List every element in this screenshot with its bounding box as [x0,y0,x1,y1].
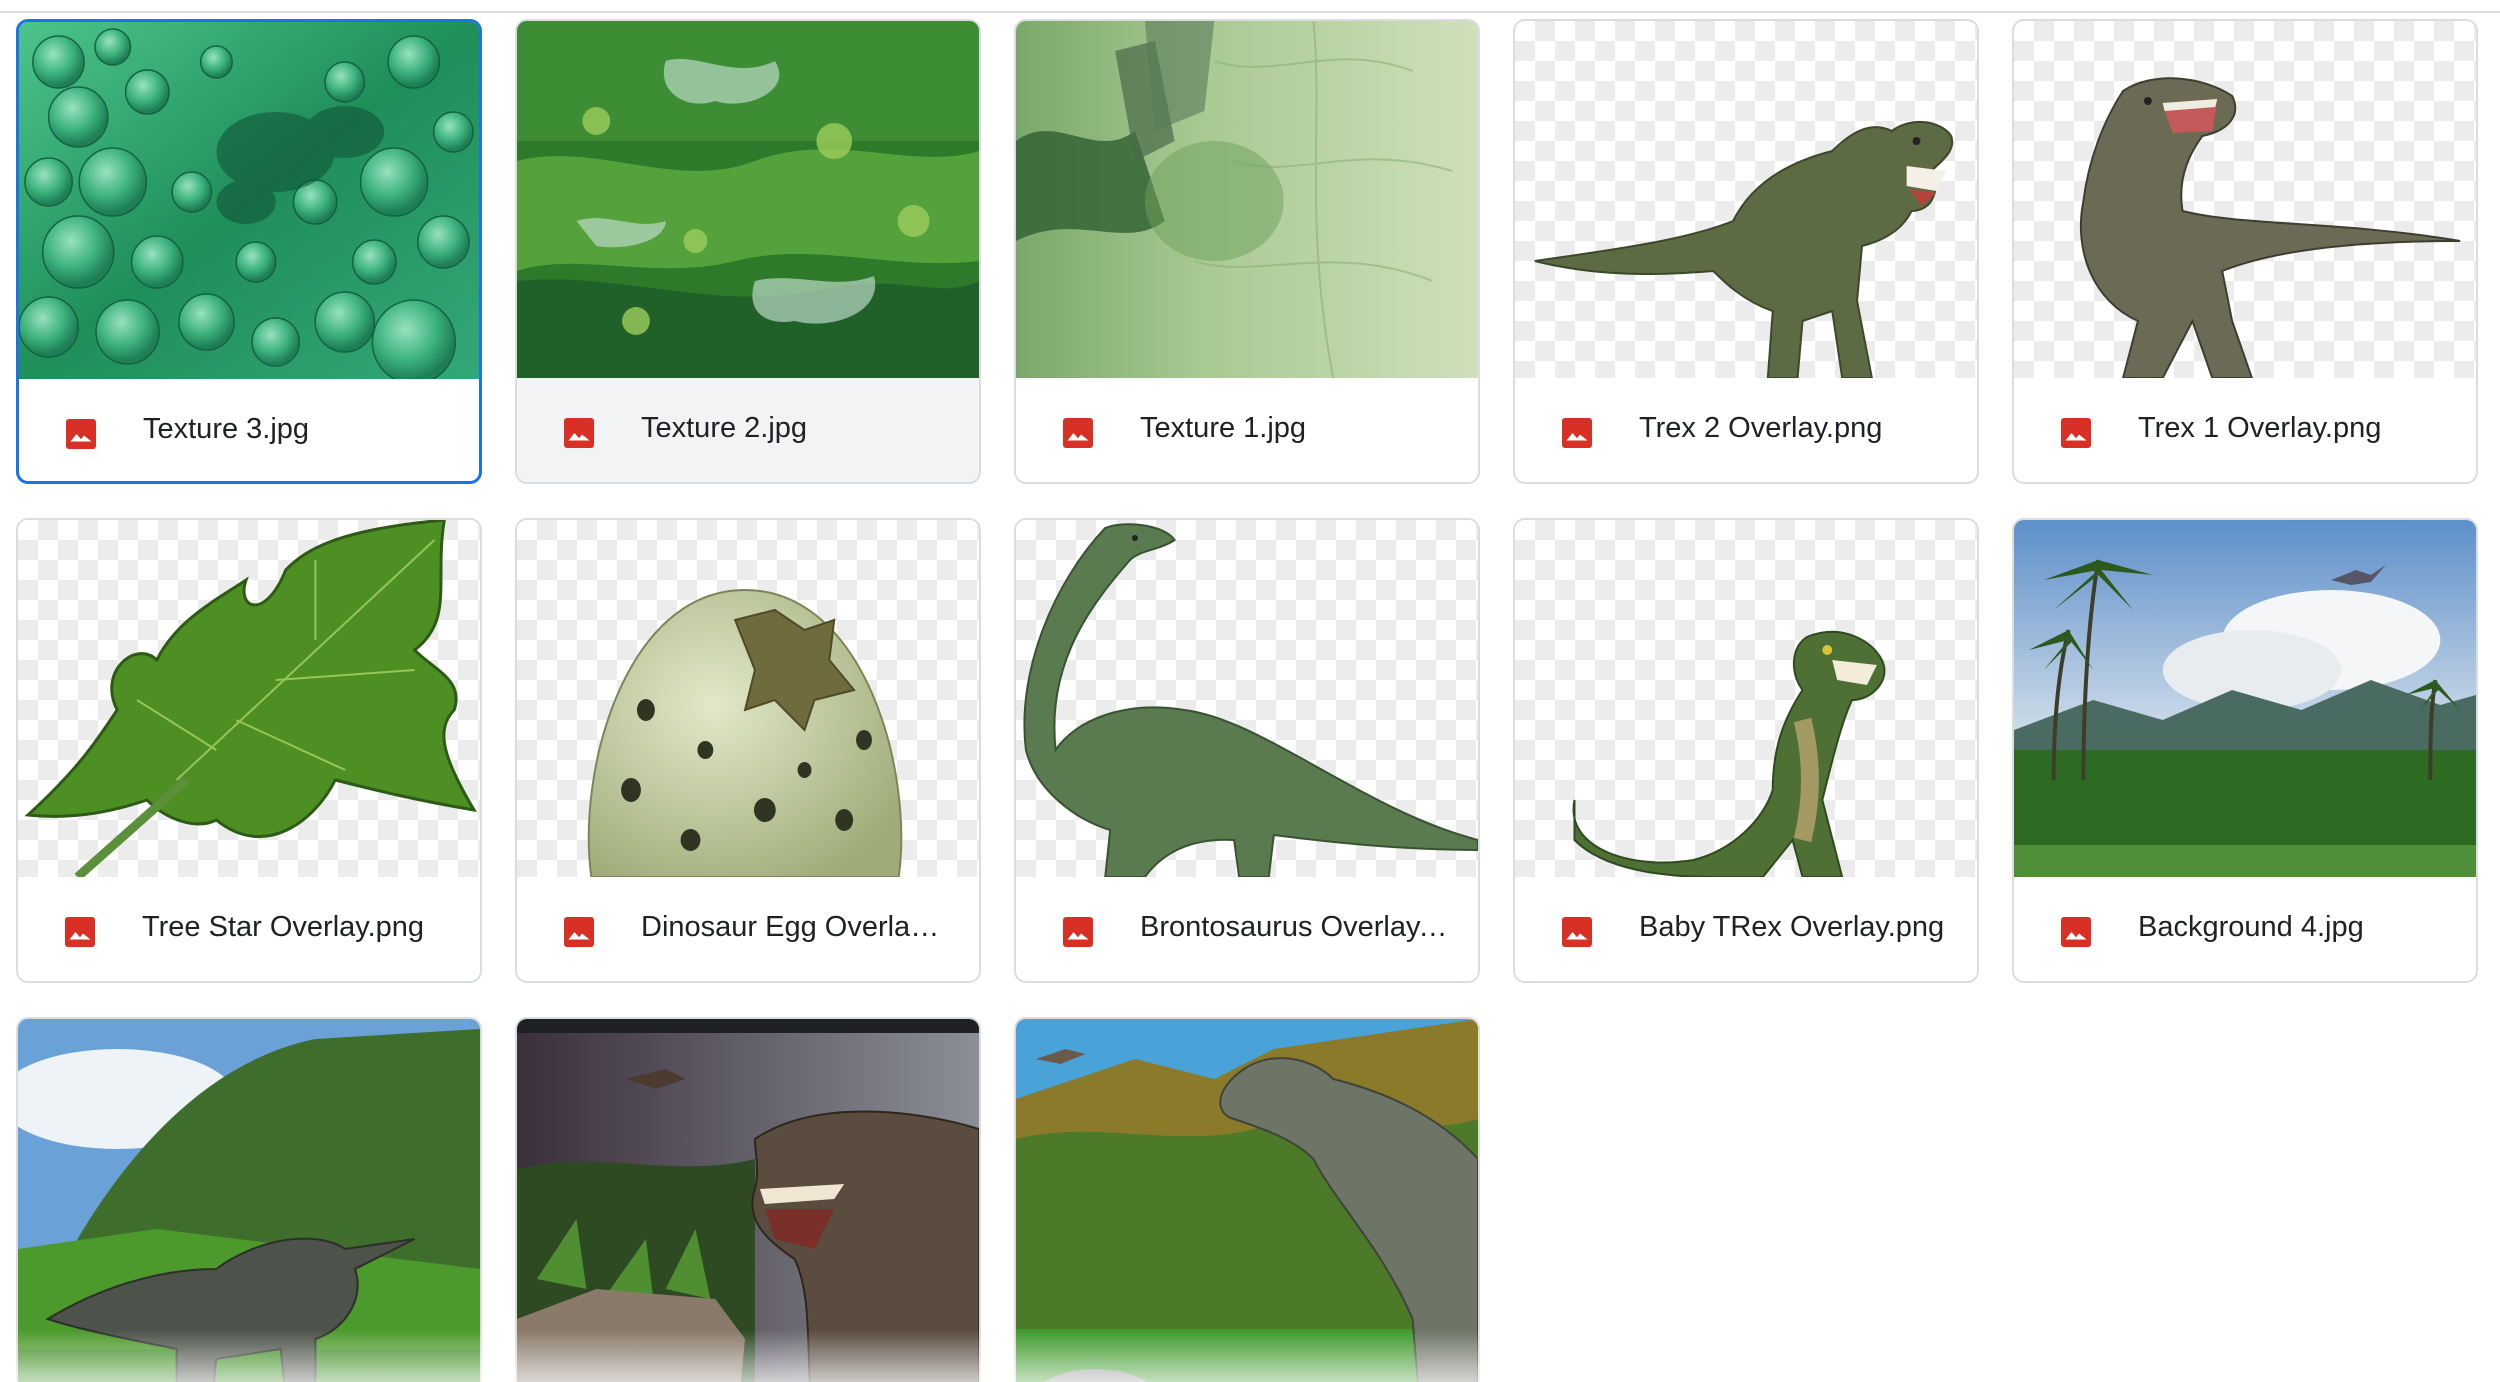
file-footer: Background 4.jpg [2014,877,2476,981]
file-name: Dinosaur Egg Overlay.... [641,911,951,943]
thumbnail-trex-jungle-background [517,1019,979,1382]
file-card-texture-3[interactable]: Texture 3.jpg [16,19,482,484]
file-name: Texture 1.jpg [1140,412,1307,444]
thumbnail-brachiosaurus-background [1016,1019,1478,1382]
thumbnail-triceratops-background [18,1019,480,1382]
image-icon [2058,914,2094,950]
file-name: Texture 2.jpg [641,412,808,444]
image-icon [2058,415,2094,451]
file-grid-page: Texture 3.jpg Texture 2.jpg Texture 1.jp… [0,0,2500,1382]
file-footer: Brontosaurus Overlay.... [1016,877,1478,981]
file-card-trex-jungle-background[interactable] [515,1017,981,1382]
file-card-texture-2[interactable]: Texture 2.jpg [515,19,981,484]
file-card-triceratops-background[interactable] [16,1017,482,1382]
thumbnail-trex-1-overlay [2014,21,2476,378]
file-card-trex-1-overlay[interactable]: Trex 1 Overlay.png [2012,19,2478,484]
top-divider [0,11,2500,13]
file-footer: Tree Star Overlay.png [18,877,480,981]
file-footer: Trex 2 Overlay.png [1515,378,1977,482]
thumbnail-texture-2 [517,21,979,378]
thumbnail-trex-2-overlay [1515,21,1977,378]
image-icon [1559,914,1595,950]
file-footer: Trex 1 Overlay.png [2014,378,2476,482]
thumbnail-tree-star-overlay [18,520,480,877]
file-name: Tree Star Overlay.png [142,911,425,943]
thumbnail-background-4 [2014,520,2476,877]
file-name: Baby TRex Overlay.png [1639,911,1945,943]
file-footer: Dinosaur Egg Overlay.... [517,877,979,981]
file-card-tree-star-overlay[interactable]: Tree Star Overlay.png [16,518,482,983]
file-name: Texture 3.jpg [143,413,310,445]
thumbnail-dinosaur-egg-overlay [517,520,979,877]
file-card-brontosaurus-overlay[interactable]: Brontosaurus Overlay.... [1014,518,1480,983]
file-name: Trex 2 Overlay.png [1639,412,1883,444]
file-footer: Texture 2.jpg [517,378,979,482]
image-icon [62,914,98,950]
thumbnail-baby-trex-overlay [1515,520,1977,877]
file-card-texture-1[interactable]: Texture 1.jpg [1014,19,1480,484]
file-name: Brontosaurus Overlay.... [1140,911,1450,943]
file-name: Background 4.jpg [2138,911,2364,943]
image-icon [63,416,99,452]
image-icon [1060,415,1096,451]
file-card-trex-2-overlay[interactable]: Trex 2 Overlay.png [1513,19,1979,484]
file-card-dinosaur-egg-overlay[interactable]: Dinosaur Egg Overlay.... [515,518,981,983]
file-footer: Baby TRex Overlay.png [1515,877,1977,981]
image-icon [561,415,597,451]
file-name: Trex 1 Overlay.png [2138,412,2382,444]
file-footer: Texture 1.jpg [1016,378,1478,482]
image-icon [561,914,597,950]
file-card-baby-trex-overlay[interactable]: Baby TRex Overlay.png [1513,518,1979,983]
file-card-background-4[interactable]: Background 4.jpg [2012,518,2478,983]
file-footer: Texture 3.jpg [19,379,479,481]
thumbnail-brontosaurus-overlay [1016,520,1478,877]
file-card-brachiosaurus-background[interactable] [1014,1017,1480,1382]
image-icon [1060,914,1096,950]
thumbnail-texture-1 [1016,21,1478,378]
thumbnail-texture-3 [19,22,479,379]
image-icon [1559,415,1595,451]
